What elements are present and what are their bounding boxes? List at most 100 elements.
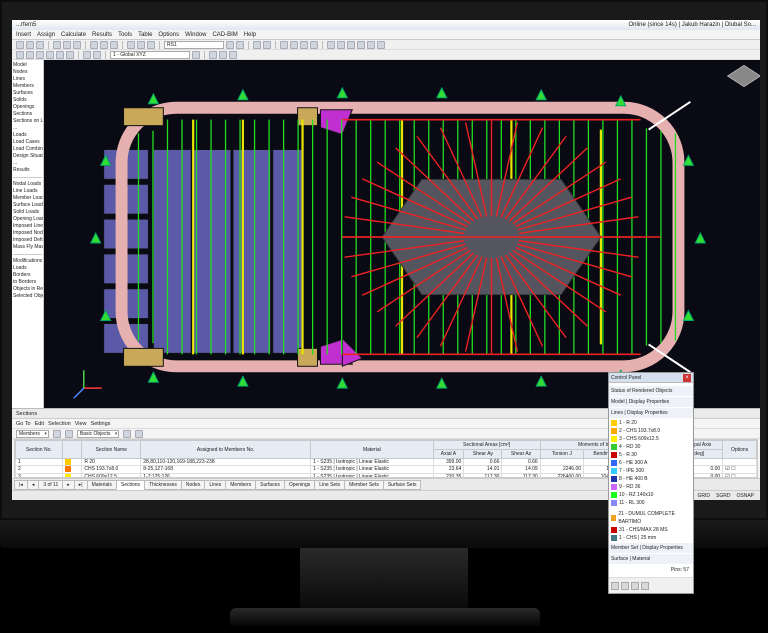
- table-combo-1[interactable]: Members: [16, 430, 49, 438]
- line-icon[interactable]: [26, 51, 34, 59]
- surface-icon[interactable]: [46, 51, 54, 59]
- save-icon[interactable]: [36, 41, 44, 49]
- cp-options-icon[interactable]: [641, 582, 649, 590]
- status-grid[interactable]: GRID: [698, 493, 711, 499]
- table-cols-icon[interactable]: [135, 430, 143, 438]
- view-z-icon[interactable]: [310, 41, 318, 49]
- tab-members[interactable]: Members: [225, 480, 256, 490]
- cp-range-icon[interactable]: [631, 582, 639, 590]
- table-fwd-icon[interactable]: [65, 430, 73, 438]
- menu-cad-bim[interactable]: CAD-BIM: [212, 32, 237, 38]
- menu-results[interactable]: Results: [92, 32, 112, 38]
- legend-item[interactable]: 21 - DUMUL COMPLETE BARTIMO: [611, 510, 691, 526]
- view-y-icon[interactable]: [300, 41, 308, 49]
- workplane-select[interactable]: 1 - Global XYZ: [110, 51, 190, 59]
- support-icon[interactable]: [56, 51, 64, 59]
- legend-item[interactable]: 1 - R 20: [611, 419, 691, 427]
- pins-count: Pins: 57: [611, 565, 691, 575]
- render-icon[interactable]: [327, 41, 335, 49]
- nav-last-icon[interactable]: ▸|: [74, 480, 88, 490]
- toolbar-2: 1 - Global XYZ: [12, 50, 760, 60]
- nav-first-icon[interactable]: |◂: [14, 480, 28, 490]
- print-icon[interactable]: [53, 41, 61, 49]
- legend-item[interactable]: 8 - HE 400 B: [611, 475, 691, 483]
- loadcase-select[interactable]: RS1: [164, 41, 224, 49]
- navigator-tree[interactable]: Model Nodes Lines Members Surfaces Solid…: [12, 60, 44, 408]
- new-icon[interactable]: [16, 41, 24, 49]
- redo-icon[interactable]: [73, 41, 81, 49]
- legend-item[interactable]: 9 - RD 36: [611, 483, 691, 491]
- tab-thicknesses[interactable]: Thicknesses: [144, 480, 182, 490]
- cut-icon[interactable]: [90, 41, 98, 49]
- legend-item[interactable]: 6 - HE 300 A: [611, 459, 691, 467]
- close-icon[interactable]: ×: [683, 374, 691, 382]
- table-back-icon[interactable]: [53, 430, 61, 438]
- table-filter-icon[interactable]: [123, 430, 131, 438]
- menu-tools[interactable]: Tools: [118, 32, 132, 38]
- wp-icon[interactable]: [192, 51, 200, 59]
- control-panel-titlebar[interactable]: Control Panel ×: [609, 373, 693, 383]
- menu-calculate[interactable]: Calculate: [61, 32, 86, 38]
- prev-icon[interactable]: [226, 41, 234, 49]
- dim-icon[interactable]: [83, 51, 91, 59]
- pan-icon[interactable]: [137, 41, 145, 49]
- menu-table[interactable]: Table: [138, 32, 152, 38]
- tab-lines[interactable]: Lines: [204, 480, 226, 490]
- gear-icon[interactable]: [377, 41, 385, 49]
- menu-assign[interactable]: Assign: [37, 32, 55, 38]
- wire-icon[interactable]: [337, 41, 345, 49]
- filter-icon[interactable]: [367, 41, 375, 49]
- cp-toggle-icon[interactable]: [611, 582, 619, 590]
- node-icon[interactable]: [16, 51, 24, 59]
- status-osnap[interactable]: OSNAP: [736, 493, 754, 499]
- legend-item[interactable]: 11 - RL 300: [611, 499, 691, 507]
- load-icon[interactable]: [66, 51, 74, 59]
- copy-icon[interactable]: [100, 41, 108, 49]
- tab-line-sets[interactable]: Line Sets: [314, 480, 345, 490]
- results-icon[interactable]: [263, 41, 271, 49]
- menubar: Insert Assign Calculate Results Tools Ta…: [12, 30, 760, 40]
- zoom-icon[interactable]: [127, 41, 135, 49]
- rotate-icon[interactable]: [147, 41, 155, 49]
- view-x-icon[interactable]: [290, 41, 298, 49]
- osnap-icon[interactable]: [229, 51, 237, 59]
- tab-member-sets[interactable]: Member Sets: [344, 480, 384, 490]
- paste-icon[interactable]: [110, 41, 118, 49]
- menu-help[interactable]: Help: [244, 32, 256, 38]
- tab-openings[interactable]: Openings: [284, 480, 315, 490]
- color-icon[interactable]: [347, 41, 355, 49]
- menu-options[interactable]: Options: [158, 32, 179, 38]
- calc-icon[interactable]: [253, 41, 261, 49]
- legend-item[interactable]: 3 - CHS 609x12.5: [611, 435, 691, 443]
- menu-window[interactable]: Window: [185, 32, 206, 38]
- legend-item[interactable]: 10 - RZ 140x10: [611, 491, 691, 499]
- tab-materials[interactable]: Materials: [87, 480, 117, 490]
- tab-nodes[interactable]: Nodes: [181, 480, 205, 490]
- grid-icon[interactable]: [219, 51, 227, 59]
- member-icon[interactable]: [36, 51, 44, 59]
- legend-item[interactable]: 7 - IPE 300: [611, 467, 691, 475]
- open-icon[interactable]: [26, 41, 34, 49]
- text-icon[interactable]: [93, 51, 101, 59]
- tab-sections[interactable]: Sections: [116, 480, 145, 490]
- table-combo-2[interactable]: Basic Objects: [77, 430, 120, 438]
- legend-item[interactable]: 31 - CHS/MAX 28 MS: [611, 526, 691, 534]
- numbering-icon[interactable]: [357, 41, 365, 49]
- snap-icon[interactable]: [209, 51, 217, 59]
- tab-surfaces[interactable]: Surfaces: [255, 480, 285, 490]
- tab-surface-sets[interactable]: Surface Sets: [383, 480, 422, 490]
- toolbar-1: RS1: [12, 40, 760, 50]
- status-sgrd[interactable]: SGRD: [716, 493, 730, 499]
- legend-item[interactable]: 4 - RD 30: [611, 443, 691, 451]
- menu-insert[interactable]: Insert: [16, 32, 31, 38]
- legend-item[interactable]: 5 - R 30: [611, 451, 691, 459]
- legend-item[interactable]: 1 - CHS | 25 mm: [611, 534, 691, 542]
- view-iso-icon[interactable]: [280, 41, 288, 49]
- legend-item[interactable]: 2 - CHS 193.7x8.0: [611, 427, 691, 435]
- control-panel[interactable]: Control Panel × Status of Rendered Objec…: [608, 372, 694, 594]
- titlebar-right: Online (since 14s) | Jakub Harazin | Dlu…: [628, 22, 756, 28]
- undo-icon[interactable]: [63, 41, 71, 49]
- next-icon[interactable]: [236, 41, 244, 49]
- model-viewport[interactable]: [44, 60, 760, 408]
- cp-color-icon[interactable]: [621, 582, 629, 590]
